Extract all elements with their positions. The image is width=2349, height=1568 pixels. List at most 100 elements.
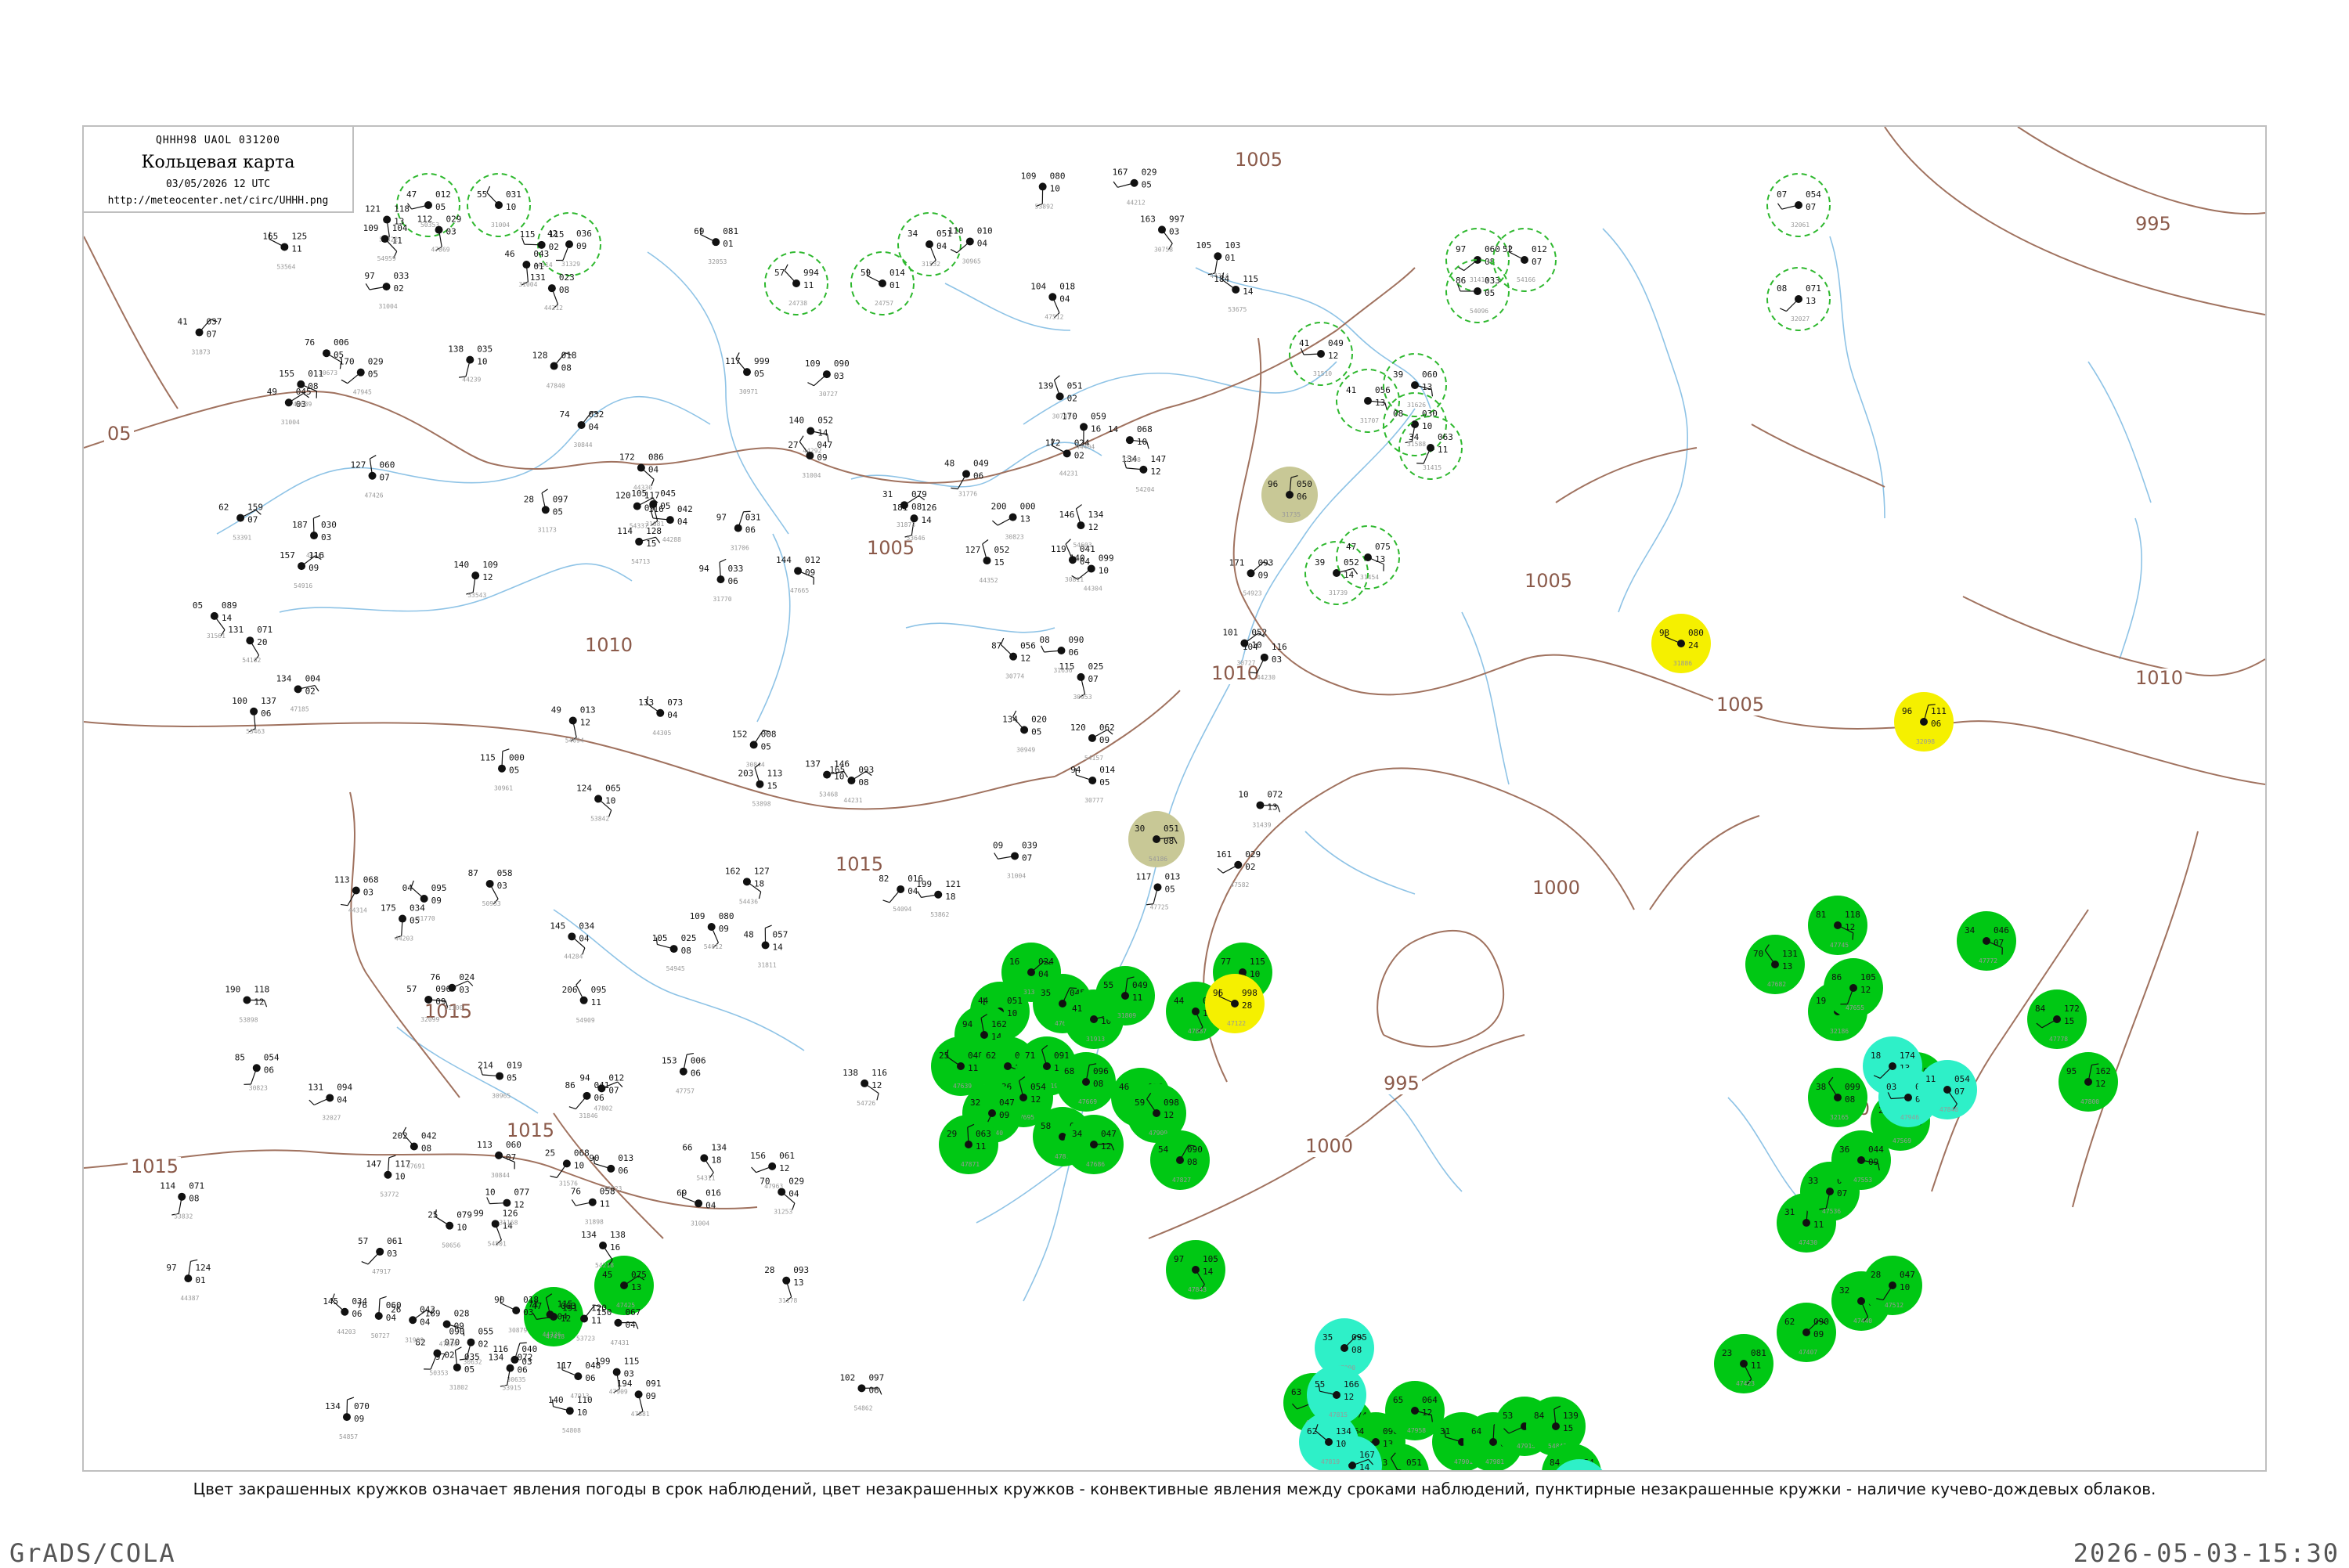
station-obs[interactable]: 049480631776 [944, 458, 989, 497]
station-obs[interactable]: 0941310432027 [308, 1082, 352, 1121]
station-obs[interactable]: 0341750544203 [381, 903, 425, 943]
station-obs[interactable]: 072101331439 [1238, 790, 1283, 829]
station-drizzle[interactable]: 166551247815 [1307, 1365, 1366, 1425]
station-cb[interactable]: 056411331707 [1337, 369, 1399, 432]
station-obs[interactable]: 126991454501 [474, 1208, 518, 1247]
station-obs[interactable]: 0621200954157 [1070, 723, 1115, 762]
station-obs[interactable]: 159620753391 [218, 503, 263, 542]
station-obs[interactable]: 031970631706 [716, 511, 761, 551]
station-obs[interactable]: 0991401044304 [1070, 553, 1114, 592]
station-obs[interactable]: 0181280847840 [532, 351, 577, 390]
station-obs[interactable]: 0701340954857 [325, 1397, 370, 1440]
station-rain[interactable]: 046340747772 [1957, 911, 2016, 971]
station-obs[interactable]: 0731330444305 [638, 696, 683, 736]
station-obs[interactable]: 033940631770 [698, 559, 743, 603]
station-cb[interactable]: 071081332027 [1767, 268, 1830, 330]
map-url[interactable]: http://meteocenter.net/circ/UHHH.png [84, 195, 352, 207]
station-rain[interactable]: 105971447843 [1166, 1240, 1225, 1299]
station-rain[interactable]: 090620947407 [1777, 1303, 1836, 1362]
station-obs[interactable]: 0971020654862 [839, 1372, 884, 1411]
station-obs[interactable]: 1132031553898 [738, 763, 782, 808]
station-obs[interactable]: 0001150530961 [480, 749, 525, 792]
station-obs[interactable]: 056871230774 [991, 638, 1036, 680]
station-obs[interactable]: 0131170547725 [1135, 871, 1180, 910]
station-obs[interactable]: 9971630330758 [1140, 214, 1185, 253]
station-obs[interactable]: 134661854311 [682, 1142, 727, 1181]
station-obs[interactable]: 0711140853832 [160, 1181, 204, 1220]
station-obs[interactable]: 1271621854436 [725, 866, 770, 905]
station-obs[interactable]: 061570347917 [358, 1236, 402, 1275]
station-obs[interactable]: 016820454094 [879, 874, 923, 913]
station-haze[interactable]: 051300854186 [1128, 811, 1185, 867]
station-obs[interactable]: 039090731004 [993, 840, 1037, 879]
station-obs[interactable]: 0651241053842 [576, 783, 621, 822]
station-obs[interactable]: 060760450727 [357, 1296, 402, 1339]
station-cb[interactable]: 012520754166 [1493, 229, 1556, 291]
station-obs[interactable]: 1171471053772 [366, 1155, 410, 1199]
station-obs[interactable]: 0601130730844 [477, 1140, 521, 1179]
station-cb[interactable]: 994571124738 [765, 252, 828, 315]
station-obs[interactable]: 0521271544352 [965, 540, 1009, 585]
station-obs[interactable]: 037410731873 [178, 317, 222, 356]
station-obs[interactable]: 1151841453675 [1214, 272, 1258, 313]
station-obs[interactable]: 090080631636 [1039, 635, 1084, 674]
station-obs[interactable]: 0121440947665 [776, 555, 821, 594]
station-rain[interactable]: 099380832165 [1808, 1068, 1867, 1127]
station-obs[interactable]: 1211991853862 [916, 879, 961, 918]
station-obs[interactable]: 0002001330823 [991, 502, 1036, 541]
station-rain[interactable]: 162951247800 [2059, 1052, 2118, 1112]
station-fog[interactable]: 111960632098 [1894, 692, 1954, 752]
station-obs[interactable]: 1151990347909 [595, 1357, 640, 1396]
station-obs[interactable]: 124970144387 [166, 1260, 211, 1302]
station-obs[interactable]: 0601270747426 [351, 456, 395, 499]
station-rain[interactable]: 081231147423 [1714, 1334, 1773, 1393]
station-obs[interactable]: 058870350953 [468, 868, 513, 907]
station-obs[interactable]: 068141032098 [1108, 424, 1153, 463]
station-obs[interactable]: 013491254094 [551, 705, 596, 744]
station-obs[interactable]: 0041340247185 [276, 673, 321, 712]
station-obs[interactable]: 0291120347869 [417, 214, 462, 254]
station-obs[interactable]: 1461371053468 [805, 759, 850, 798]
station-obs[interactable]: 0901090330727 [805, 359, 850, 398]
station-rain[interactable]: 047341247686 [1064, 1115, 1124, 1174]
station-obs[interactable]: 0911940947881 [617, 1379, 662, 1418]
station-obs[interactable]: 1281141554713 [617, 526, 662, 565]
station-obs[interactable]: 1371000653463 [232, 696, 276, 735]
station-rain[interactable]: 063291147871 [939, 1115, 998, 1174]
station-obs[interactable]: 1091401253543 [453, 560, 498, 599]
station-obs[interactable]: 0861720444336 [619, 452, 664, 492]
station-obs[interactable]: 0181040447512 [1030, 281, 1075, 320]
station-fog[interactable]: 998962847122 [1205, 974, 1265, 1033]
station-obs[interactable]: 1161381254726 [843, 1068, 887, 1107]
station-rain[interactable]: 049551131809 [1095, 966, 1155, 1026]
station-obs[interactable]: 097280531173 [524, 489, 568, 533]
station-obs[interactable]: 0952061154909 [562, 979, 607, 1023]
station-obs[interactable]: 1161570954916 [280, 550, 324, 589]
station-obs[interactable]: 0251050854945 [652, 933, 697, 972]
station-rain[interactable]: 096680847669 [1056, 1052, 1116, 1112]
station-cb[interactable]: 031551031004 [467, 174, 530, 236]
station-obs[interactable]: 0291670544212 [1113, 168, 1157, 207]
station-obs[interactable]: 0721340653915 [489, 1353, 533, 1392]
station-rain[interactable]: 172841547778 [2027, 989, 2087, 1049]
station-obs[interactable]: 047270931004 [788, 436, 832, 479]
station-obs[interactable]: 0401160330635 [493, 1343, 537, 1383]
station-rain[interactable]: 105861247655 [1824, 958, 1883, 1018]
station-obs[interactable]: 014940530777 [1070, 765, 1115, 804]
station-obs[interactable]: 093281331178 [764, 1265, 809, 1304]
station-obs[interactable]: 0341450444284 [550, 921, 594, 960]
station-obs[interactable]: 0351381044239 [448, 344, 493, 384]
station-obs[interactable]: 081690132053 [694, 226, 738, 265]
station-obs[interactable]: 0711312054102 [228, 625, 272, 664]
station-haze[interactable]: 050960631735 [1261, 467, 1318, 523]
station-obs[interactable]: 0801091053892 [1021, 171, 1066, 210]
station-rain[interactable]: 131701347682 [1745, 935, 1805, 994]
station-obs[interactable]: 1251651153564 [262, 231, 307, 270]
station-obs[interactable]: 0201340530949 [1002, 711, 1047, 754]
station-obs[interactable]: 1101401054808 [548, 1395, 593, 1434]
station-rain[interactable]: 118811247745 [1808, 896, 1867, 955]
station-obs[interactable]: 0101100430965 [948, 225, 993, 265]
station-obs[interactable]: 0291700547945 [339, 357, 384, 396]
station-obs[interactable]: 058761131898 [571, 1187, 615, 1226]
station-cb[interactable]: 033860554096 [1446, 260, 1509, 323]
